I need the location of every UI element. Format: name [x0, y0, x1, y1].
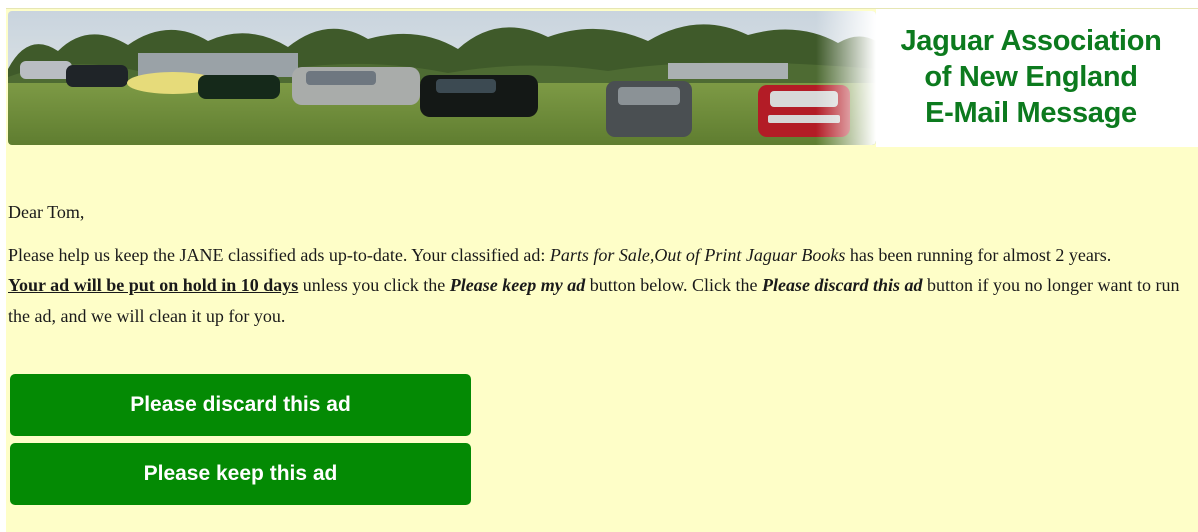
keep-reference: Please keep my ad — [449, 275, 586, 295]
header-banner: Jaguar Association of New England E-Mail… — [6, 9, 1198, 147]
greeting: Dear Tom, — [8, 202, 85, 222]
keep-ad-button[interactable]: Please keep this ad — [10, 443, 471, 505]
email-body: Jaguar Association of New England E-Mail… — [6, 8, 1198, 532]
hold-notice: Your ad will be put on hold in 10 days — [8, 275, 299, 295]
photo-fade — [816, 11, 876, 145]
p1-text-before: Please help us keep the JANE classified … — [8, 245, 550, 265]
title-line-2: of New England — [924, 61, 1138, 93]
discard-ad-button[interactable]: Please discard this ad — [10, 374, 471, 436]
message-body: Dear Tom, Please help us keep the JANE c… — [8, 198, 1193, 332]
instructions-paragraph: Your ad will be put on hold in 10 days u… — [8, 270, 1193, 332]
p1-text-after: has been running for almost 2 years. — [845, 245, 1112, 265]
header-title: Jaguar Association of New England E-Mail… — [876, 23, 1186, 131]
ad-status-paragraph: Please help us keep the JANE classified … — [8, 240, 1193, 270]
title-line-1: Jaguar Association — [900, 25, 1162, 57]
ad-title: Parts for Sale,Out of Print Jaguar Books — [549, 245, 846, 265]
discard-reference: Please discard this ad — [762, 275, 923, 295]
car-show-photo — [8, 11, 876, 145]
p2-part2: button below. Click the — [585, 275, 763, 295]
title-line-3: E-Mail Message — [925, 97, 1137, 129]
header-title-box: Jaguar Association of New England E-Mail… — [876, 9, 1198, 147]
p2-part1: unless you click the — [298, 275, 450, 295]
